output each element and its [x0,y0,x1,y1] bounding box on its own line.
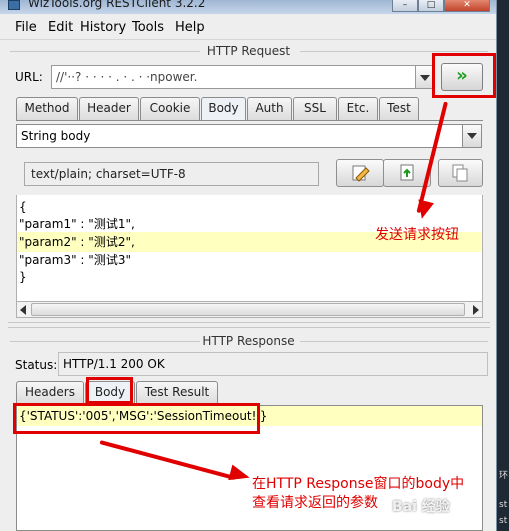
url-label: URL: [15,70,43,84]
scroll-left-icon[interactable] [20,305,26,315]
scroll-right-icon[interactable] [473,305,479,315]
response-body-highlight [13,403,260,434]
close-button[interactable]: ✕ [444,0,490,12]
body-type-value: String body [21,129,91,143]
menu-tools[interactable]: Tools [132,20,164,35]
request-body-hscrollbar[interactable] [16,301,483,318]
app-icon [8,0,20,10]
content-type-field[interactable]: text/plain; charset=UTF-8 [24,162,319,186]
request-tabs: Method Header Cookie Body Auth SSL Etc. … [16,97,483,121]
restclient-window: WizTools.org RESTClient 3.2.2 – □ ✕ File… [0,0,497,531]
status-label: Status: [15,358,58,372]
edit-pencil-icon [352,165,370,182]
scrollbar-thumb[interactable] [31,303,465,316]
annotation-response-note-line1: 在HTTP Response窗口的body中 [252,476,465,492]
tab-test[interactable]: Test [379,97,419,120]
url-history-dropdown[interactable] [415,65,433,89]
tab-response-test-result[interactable]: Test Result [136,381,218,404]
copy-body-button[interactable] [438,159,483,187]
chevron-down-icon [467,133,477,139]
annotation-send-note: 发送请求按钮 [375,227,459,243]
background-window-strip [497,0,509,531]
tab-etc[interactable]: Etc. [338,97,378,120]
menu-bar: File Edit History Tools Help [0,14,496,40]
menu-help[interactable]: Help [175,20,205,35]
window-title: WizTools.org RESTClient 3.2.2 [28,0,206,10]
edit-content-type-button[interactable] [336,159,384,187]
request-divider-right [300,51,488,52]
tab-method[interactable]: Method [16,97,78,120]
tab-body[interactable]: Body [201,97,246,121]
tab-auth[interactable]: Auth [247,97,292,120]
url-input[interactable]: //'··? · · · · . · . · ·npower. [51,65,416,89]
menu-history[interactable]: History [80,20,126,35]
copy-icon [452,164,468,182]
request-body-editor[interactable]: { "param1" : "测试1", "param2" : "测试2", "p… [16,195,483,301]
split-pane-divider[interactable] [8,322,490,328]
baidu-jingyan-watermark: Bai 经验 [392,499,450,515]
body-tab-highlight [86,377,133,404]
tab-cookie[interactable]: Cookie [140,97,200,120]
tab-header[interactable]: Header [79,97,139,120]
body-type-select[interactable]: String body [16,124,482,148]
tab-response-headers[interactable]: Headers [16,381,84,404]
request-tab-panel-border [16,120,483,121]
side-text: 环 [499,471,509,481]
minimize-button[interactable]: – [392,0,418,12]
annotation-response-note-line2: 查看请求返回的参数 [252,495,378,511]
body-type-dropdown-button[interactable] [462,125,481,147]
chevron-down-icon [420,75,430,81]
menu-file[interactable]: File [15,20,37,35]
title-bar: WizTools.org RESTClient 3.2.2 – □ ✕ [0,0,496,14]
code-line: } [19,270,27,284]
status-value: HTTP/1.1 200 OK [58,352,488,376]
menu-edit[interactable]: Edit [48,20,73,35]
maximize-button[interactable]: □ [418,0,444,12]
tab-ssl[interactable]: SSL [293,97,337,120]
send-button-highlight [432,53,496,98]
response-divider-right [300,341,488,342]
